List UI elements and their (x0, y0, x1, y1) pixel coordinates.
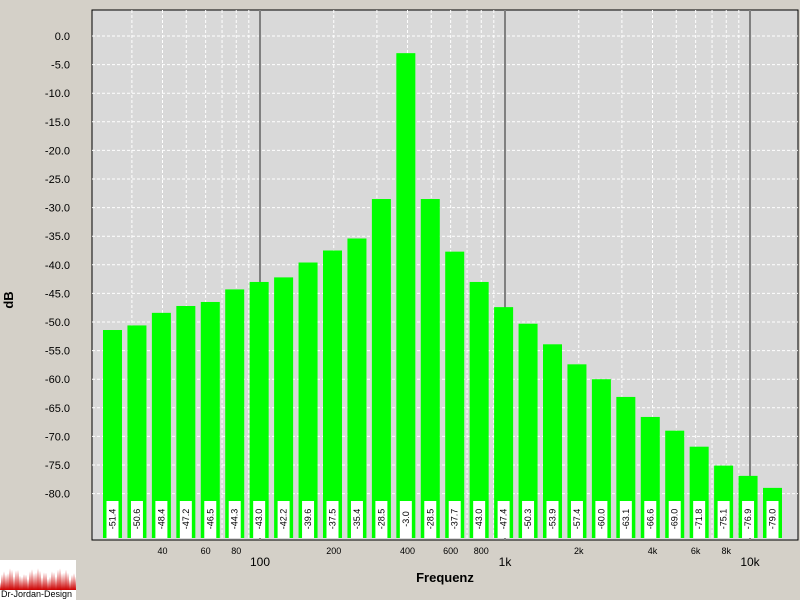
x-minor-tick-label: 40 (157, 546, 167, 556)
y-tick-label: -80.0 (45, 489, 70, 501)
bar-value-label: -63.1 (621, 509, 631, 530)
y-tick-label: -25.0 (45, 174, 70, 186)
bar (396, 53, 416, 538)
bar (347, 238, 367, 538)
y-tick-label: -40.0 (45, 260, 70, 272)
bar-value-label: -71.8 (694, 509, 704, 530)
bar-value-label: -50.3 (523, 509, 533, 530)
y-tick-label: -45.0 (45, 288, 70, 300)
x-minor-tick-label: 800 (474, 546, 489, 556)
x-minor-tick-label: 80 (231, 546, 241, 556)
bar-value-label: -35.4 (352, 509, 362, 530)
bar (225, 289, 245, 538)
y-tick-label: -55.0 (45, 346, 70, 358)
y-tick-label: -30.0 (45, 203, 70, 215)
x-minor-tick-label: 600 (443, 546, 458, 556)
x-minor-tick-label: 6k (691, 546, 701, 556)
y-tick-label: -50.0 (45, 317, 70, 329)
bar (274, 277, 294, 538)
logo-waveform-icon (0, 568, 76, 590)
bar-value-label: -75.1 (719, 509, 729, 530)
bar-value-label: -60.0 (596, 509, 606, 530)
bar (323, 250, 342, 538)
bar-value-label: -47.4 (499, 509, 509, 530)
bar-value-label: -37.7 (450, 509, 460, 530)
bar-value-label: -43.0 (254, 509, 264, 530)
x-minor-tick-label: 4k (648, 546, 658, 556)
bar (420, 199, 440, 538)
y-tick-label: -15.0 (45, 117, 70, 129)
bar-value-label: -76.9 (743, 509, 753, 530)
bar-value-label: -50.6 (132, 509, 142, 530)
bar-value-label: -28.5 (376, 509, 386, 530)
x-major-tick-label: 10k (740, 555, 760, 569)
y-tick-label: -70.0 (45, 431, 70, 443)
y-axis-label: dB (1, 291, 16, 308)
bar (249, 281, 269, 538)
logo-text: Dr-Jordan-Design (1, 589, 73, 599)
x-minor-tick-label: 8k (721, 546, 731, 556)
x-minor-tick-label: 400 (400, 546, 415, 556)
bar-value-label: -57.4 (572, 509, 582, 530)
y-tick-label: -5.0 (51, 60, 70, 72)
bar (298, 262, 318, 538)
bar-value-label: -39.6 (303, 509, 313, 530)
bar-value-label: -47.2 (181, 509, 191, 530)
y-tick-label: -65.0 (45, 403, 70, 415)
bar-value-label: -3.0 (401, 511, 411, 527)
y-tick-label: -20.0 (45, 145, 70, 157)
y-tick-label: -35.0 (45, 231, 70, 243)
y-tick-label: -10.0 (45, 88, 70, 100)
x-minor-tick-label: 60 (201, 546, 211, 556)
y-tick-label: -75.0 (45, 460, 70, 472)
bar (371, 199, 391, 538)
x-axis-label: Frequenz (416, 570, 474, 585)
bar (445, 251, 465, 539)
x-tick-labels: 100 1k 10k 40 60 80 200 400 600 800 2k 4k 6k 8k (157, 546, 760, 569)
bar-value-label: -51.4 (108, 509, 118, 530)
bar-value-label: -53.9 (548, 509, 558, 530)
y-tick-label: -60.0 (45, 374, 70, 386)
bar-value-label: -69.0 (670, 509, 680, 530)
y-tick-labels: 0.0 -5.0 -10.0 -15.0 -20.0 -25.0 -30.0 -35.0 -40… (45, 31, 70, 501)
bar-value-label: -28.5 (425, 509, 435, 530)
bar-value-label: -42.2 (279, 509, 289, 530)
x-major-tick-label: 100 (250, 555, 270, 569)
x-major-tick-label: 1k (499, 555, 513, 569)
x-minor-tick-label: 200 (326, 546, 341, 556)
bar-value-label: -46.5 (205, 509, 215, 530)
logo: Dr-Jordan-Design (0, 560, 76, 600)
x-minor-tick-label: 2k (574, 546, 584, 556)
bar-value-label: -48.4 (156, 509, 166, 530)
bar-value-label: -37.5 (328, 509, 338, 530)
bar-value-label: -66.6 (645, 509, 655, 530)
bar-value-label: -79.0 (768, 509, 778, 530)
bar-value-label: -43.0 (474, 509, 484, 530)
y-tick-label: 0.0 (55, 31, 70, 43)
bar-value-label: -44.3 (230, 509, 240, 530)
spectrum-chart: -51.4 -50.6 -48.4 -47.2 -46.5 -44.3 -43.0 -42.2… (1, 9, 799, 585)
bar (469, 281, 489, 538)
